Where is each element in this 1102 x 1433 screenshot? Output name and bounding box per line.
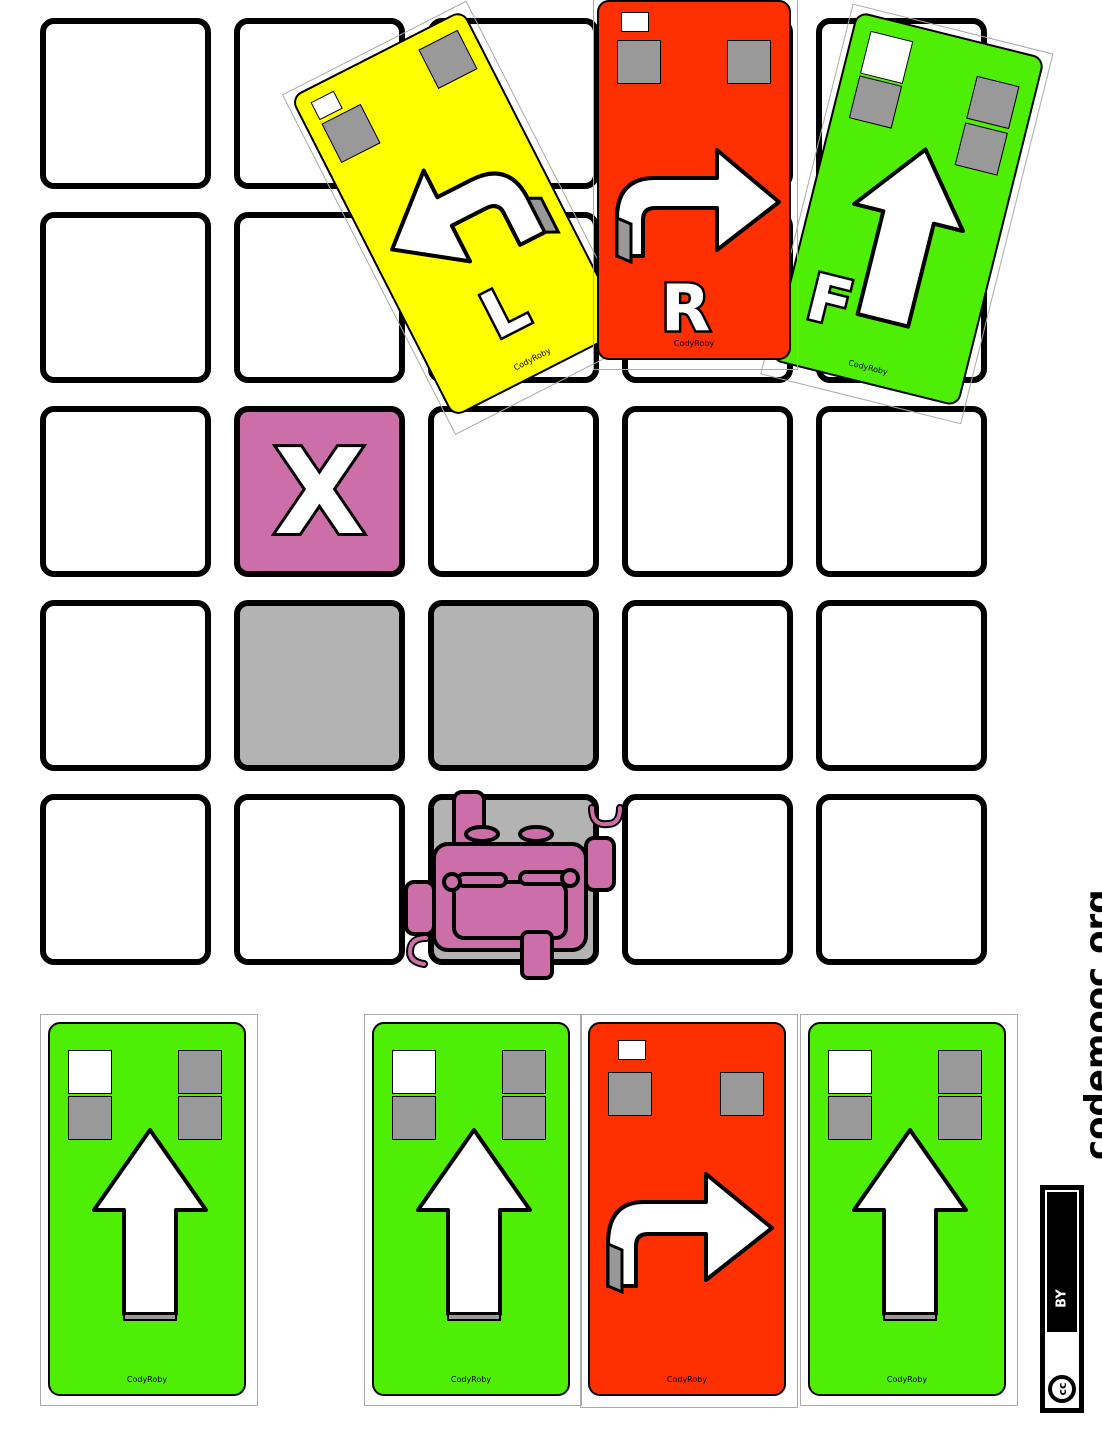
board-cell[interactable] bbox=[622, 600, 793, 771]
card-face: CodyRoby bbox=[588, 1022, 786, 1396]
card-face: R CodyRoby bbox=[597, 0, 791, 360]
forward-card[interactable]: F CodyRoby bbox=[760, 3, 1056, 429]
card-brand: CodyRoby bbox=[666, 1375, 708, 1384]
robot-mini-icon bbox=[502, 1050, 546, 1094]
robot-mini-icon bbox=[720, 1072, 764, 1116]
board-cell[interactable] bbox=[816, 600, 987, 771]
board-cell[interactable] bbox=[816, 794, 987, 965]
site-url[interactable]: codemooc.org bbox=[1078, 889, 1102, 1160]
cc-icon: cc bbox=[1048, 1375, 1076, 1403]
robot-mini-icon bbox=[848, 75, 903, 129]
forward-mini-icon bbox=[859, 30, 914, 85]
card-letter: R bbox=[658, 270, 712, 349]
forward-mini-icon bbox=[828, 1050, 872, 1094]
forward-arrow-icon bbox=[92, 1128, 208, 1321]
turn-right-mini-icon bbox=[621, 12, 649, 32]
robot-mini-icon bbox=[966, 75, 1020, 130]
cc-label: cc bbox=[1055, 1382, 1069, 1396]
board-cell[interactable] bbox=[234, 794, 405, 965]
card-face: CodyRoby bbox=[372, 1022, 570, 1396]
forward-mini-icon bbox=[68, 1050, 112, 1094]
robot-mini-icon bbox=[418, 29, 478, 89]
forward-arrow-icon bbox=[852, 1128, 968, 1321]
forward-mini-icon bbox=[392, 1050, 436, 1094]
board-cell[interactable] bbox=[40, 794, 211, 965]
turn-right-arrow-icon bbox=[615, 148, 781, 265]
card-face: CodyRoby bbox=[48, 1022, 246, 1396]
right-turn-card[interactable]: R CodyRoby bbox=[593, 0, 802, 380]
card-brand: CodyRoby bbox=[886, 1375, 928, 1384]
cc-by-license-badge[interactable]: BY cc bbox=[1040, 1185, 1084, 1413]
path-cell[interactable] bbox=[234, 600, 405, 771]
goal-cell[interactable]: X bbox=[234, 406, 405, 577]
card-face: CodyRoby bbox=[808, 1022, 1006, 1396]
robot-icon[interactable] bbox=[396, 786, 628, 986]
turn-right-arrow-icon bbox=[606, 1172, 774, 1295]
robot-mini-icon bbox=[608, 1072, 652, 1116]
board-cell[interactable] bbox=[40, 18, 211, 189]
board-cell[interactable] bbox=[622, 406, 793, 577]
card-brand: CodyRoby bbox=[673, 339, 715, 348]
card-face: F CodyRoby bbox=[769, 10, 1046, 408]
robot-mini-icon bbox=[178, 1050, 222, 1094]
license-by-label: BY bbox=[1054, 1289, 1070, 1308]
goal-letter: X bbox=[271, 420, 368, 564]
board-cell[interactable] bbox=[622, 794, 793, 965]
card-letter: L bbox=[468, 267, 543, 356]
card-brand: CodyRoby bbox=[450, 1375, 492, 1384]
robot-mini-icon bbox=[727, 40, 771, 84]
card-letter: F bbox=[797, 258, 862, 345]
robot-mini-icon bbox=[938, 1050, 982, 1094]
robot-mini-icon bbox=[617, 40, 661, 84]
board-cell[interactable] bbox=[816, 406, 987, 577]
forward-arrow-icon bbox=[416, 1128, 532, 1321]
turn-right-mini-icon bbox=[618, 1040, 646, 1060]
board-cell[interactable] bbox=[40, 600, 211, 771]
card-brand: CodyRoby bbox=[126, 1375, 168, 1384]
board-cell[interactable] bbox=[40, 212, 211, 383]
board-cell[interactable] bbox=[40, 406, 211, 577]
path-cell[interactable] bbox=[428, 600, 599, 771]
